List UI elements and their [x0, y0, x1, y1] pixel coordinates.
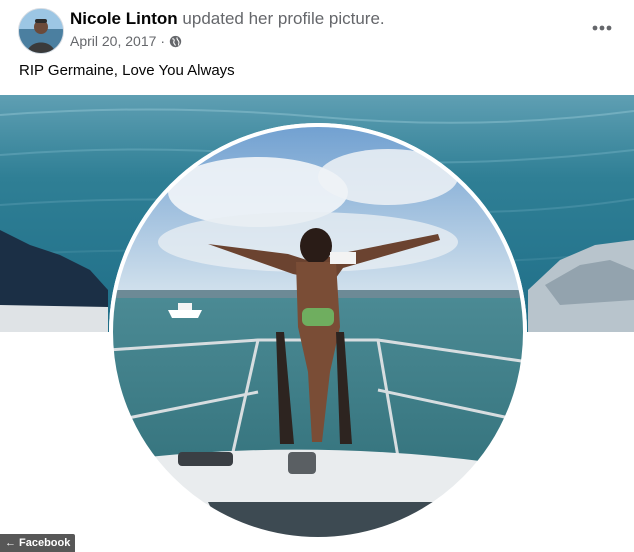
author-name[interactable]: Nicole Linton [70, 9, 178, 28]
facebook-watermark: ← Facebook [0, 534, 76, 552]
more-options-button[interactable] [586, 12, 618, 44]
author-line: Nicole Linton updated her profile pictur… [70, 9, 385, 29]
post-meta: April 20, 2017 · [70, 33, 182, 49]
meta-separator: · [160, 33, 166, 49]
watermark-label: Facebook [19, 537, 71, 549]
post-caption: RIP Germaine, Love You Always [19, 62, 235, 79]
post-date[interactable]: April 20, 2017 [70, 33, 156, 49]
profile-picture[interactable] [108, 122, 528, 542]
avatar-photo [19, 9, 63, 53]
author-avatar[interactable] [18, 8, 64, 54]
more-options-icon [592, 25, 612, 31]
globe-icon[interactable] [169, 35, 182, 48]
arrow-icon: ← [5, 537, 16, 549]
post-header: Nicole Linton updated her profile pictur… [0, 0, 634, 60]
facebook-post: Nicole Linton updated her profile pictur… [0, 0, 634, 552]
post-action-text: updated her profile picture. [182, 9, 385, 28]
